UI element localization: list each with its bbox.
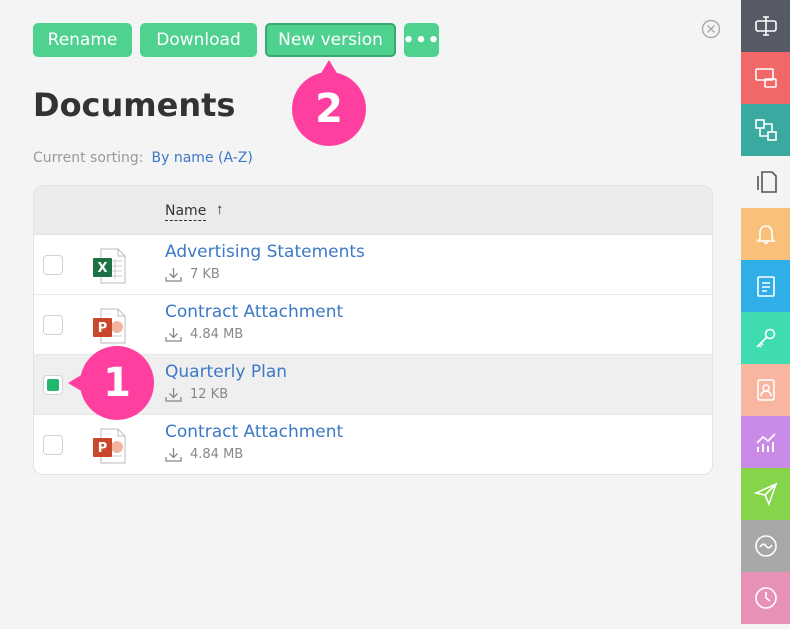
text-field-icon (754, 16, 777, 36)
file-name-link[interactable]: Contract Attachment (165, 422, 343, 442)
key-icon (755, 328, 775, 348)
download-icon[interactable] (165, 327, 182, 342)
sorting-value-link[interactable]: By name (A-Z) (152, 150, 253, 166)
file-size-value: 12 KB (190, 387, 229, 402)
svg-text:P: P (98, 321, 108, 336)
sidebar-item-text-field[interactable] (741, 0, 790, 52)
rename-button[interactable]: Rename (33, 23, 132, 57)
more-button[interactable]: ••• (403, 23, 439, 57)
sidebar-item-flow[interactable] (741, 104, 790, 156)
flow-icon (754, 119, 777, 141)
file-size-value: 4.84 MB (190, 327, 244, 342)
row-checkbox[interactable] (43, 315, 63, 335)
file-name-link[interactable]: Quarterly Plan (165, 362, 287, 382)
file-size-value: 7 KB (190, 267, 220, 282)
sorting-label: Current sorting: (33, 150, 144, 166)
sorting-info: Current sorting: By name (A-Z) (33, 150, 253, 166)
page-title: Documents (33, 86, 236, 124)
chat-icon (754, 68, 777, 88)
send-icon (752, 482, 777, 507)
download-icon[interactable] (165, 447, 182, 462)
documents-icon (756, 171, 777, 193)
file-name-link[interactable]: Advertising Statements (165, 242, 365, 262)
close-icon[interactable] (701, 19, 721, 39)
right-sidebar (741, 0, 790, 629)
row-checkbox[interactable] (43, 435, 63, 455)
sidebar-item-keys[interactable] (741, 312, 790, 364)
file-size: 12 KB (165, 387, 228, 402)
wave-icon (754, 535, 777, 557)
documents-table: Name ↑ X Advertising Statements 7 KB P C… (33, 185, 713, 475)
excel-file-icon: X (93, 248, 126, 284)
sidebar-item-activity[interactable] (741, 520, 790, 572)
chart-icon (755, 433, 776, 452)
sidebar-item-history[interactable] (741, 572, 790, 624)
toolbar: Rename Download New version ••• (33, 23, 439, 57)
table-row[interactable]: P Contract Attachment 4.84 MB (34, 295, 712, 355)
download-icon[interactable] (165, 267, 182, 282)
file-size: 4.84 MB (165, 327, 243, 342)
contact-icon (756, 379, 775, 401)
table-header: Name ↑ (34, 186, 712, 235)
svg-text:P: P (98, 441, 108, 456)
file-name-link[interactable]: Contract Attachment (165, 302, 343, 322)
sidebar-item-send[interactable] (741, 468, 790, 520)
row-checkbox[interactable] (43, 255, 63, 275)
table-row[interactable]: P Contract Attachment 4.84 MB (34, 415, 712, 474)
step-badge-1: 1 (68, 346, 154, 420)
sidebar-item-reports[interactable] (741, 416, 790, 468)
sidebar-item-contacts[interactable] (741, 364, 790, 416)
file-size: 4.84 MB (165, 447, 243, 462)
svg-text:X: X (97, 261, 107, 276)
clipboard-icon (756, 276, 775, 297)
sidebar-item-chat[interactable] (741, 52, 790, 104)
sidebar-item-tasks[interactable] (741, 260, 790, 312)
sort-arrow-icon[interactable]: ↑ (216, 201, 224, 218)
step-badge-2: 2 (292, 60, 366, 146)
powerpoint-file-icon: P (93, 308, 126, 344)
file-size-value: 4.84 MB (190, 447, 244, 462)
new-version-button[interactable]: New version (265, 23, 396, 57)
bell-icon (755, 225, 776, 244)
sidebar-item-notifications[interactable] (741, 208, 790, 260)
sidebar-item-documents[interactable] (741, 156, 790, 208)
file-size: 7 KB (165, 267, 220, 282)
name-column-header[interactable]: Name (165, 203, 207, 221)
powerpoint-file-icon: P (93, 428, 126, 464)
download-button[interactable]: Download (140, 23, 257, 57)
row-checkbox-checked[interactable] (43, 375, 63, 395)
download-icon[interactable] (165, 387, 182, 402)
clock-icon (754, 587, 777, 609)
table-row[interactable]: X Advertising Statements 7 KB (34, 235, 712, 295)
